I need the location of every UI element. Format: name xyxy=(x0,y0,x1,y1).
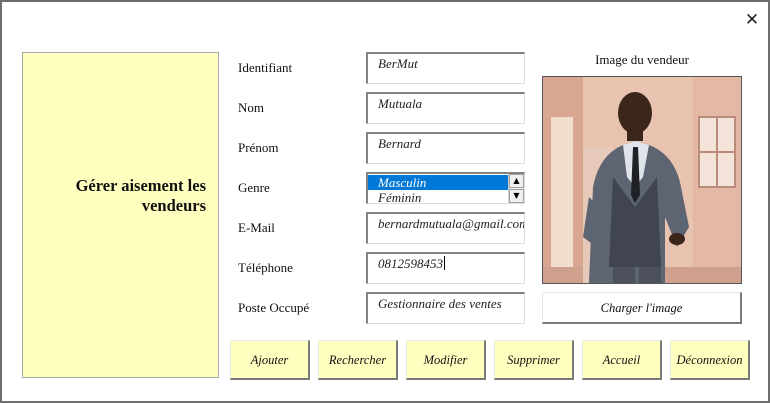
scroll-down-icon[interactable]: ▼ xyxy=(509,189,524,203)
identifiant-field[interactable]: BerMut xyxy=(366,52,525,84)
rechercher-button[interactable]: Rechercher xyxy=(318,340,398,380)
poste-label: Poste Occupé xyxy=(238,300,310,315)
nom-label: Nom xyxy=(238,100,264,115)
prenom-field[interactable]: Bernard xyxy=(366,132,525,164)
modifier-button[interactable]: Modifier xyxy=(406,340,486,380)
seller-photo-illustration xyxy=(543,77,741,283)
telephone-label: Téléphone xyxy=(238,260,293,275)
genre-label: Genre xyxy=(238,180,270,195)
supprimer-button[interactable]: Supprimer xyxy=(494,340,574,380)
panel-title: Gérer aisement les vendeurs xyxy=(75,176,206,215)
genre-scrollbar[interactable]: ▲ ▼ xyxy=(508,174,524,203)
side-panel: Gérer aisement les vendeurs xyxy=(22,52,219,378)
load-image-button[interactable]: Charger l'image xyxy=(542,292,742,324)
userform-window: ✕ Gérer aisement les vendeurs Identifian… xyxy=(0,0,770,403)
accueil-button[interactable]: Accueil xyxy=(582,340,662,380)
genre-option-feminin[interactable]: Féminin xyxy=(368,190,508,203)
text-caret xyxy=(444,256,445,270)
genre-option-masculin[interactable]: Masculin xyxy=(368,175,508,190)
prenom-label: Prénom xyxy=(238,140,279,155)
image-title: Image du vendeur xyxy=(595,52,689,67)
identifiant-label: Identifiant xyxy=(238,60,293,75)
email-field[interactable]: bernardmutuala@gmail.com xyxy=(366,212,525,244)
telephone-value: 0812598453 xyxy=(378,256,443,271)
genre-listbox[interactable]: Masculin Féminin ▲ ▼ xyxy=(366,172,525,204)
close-icon[interactable]: ✕ xyxy=(742,10,762,30)
nom-field[interactable]: Mutuala xyxy=(366,92,525,124)
ajouter-button[interactable]: Ajouter xyxy=(230,340,310,380)
poste-field[interactable]: Gestionnaire des ventes xyxy=(366,292,525,324)
email-label: E-Mail xyxy=(238,220,275,235)
deconnexion-button[interactable]: Déconnexion xyxy=(670,340,750,380)
seller-photo xyxy=(542,76,742,284)
telephone-field[interactable]: 0812598453 xyxy=(366,252,525,284)
scroll-up-icon[interactable]: ▲ xyxy=(509,174,524,188)
